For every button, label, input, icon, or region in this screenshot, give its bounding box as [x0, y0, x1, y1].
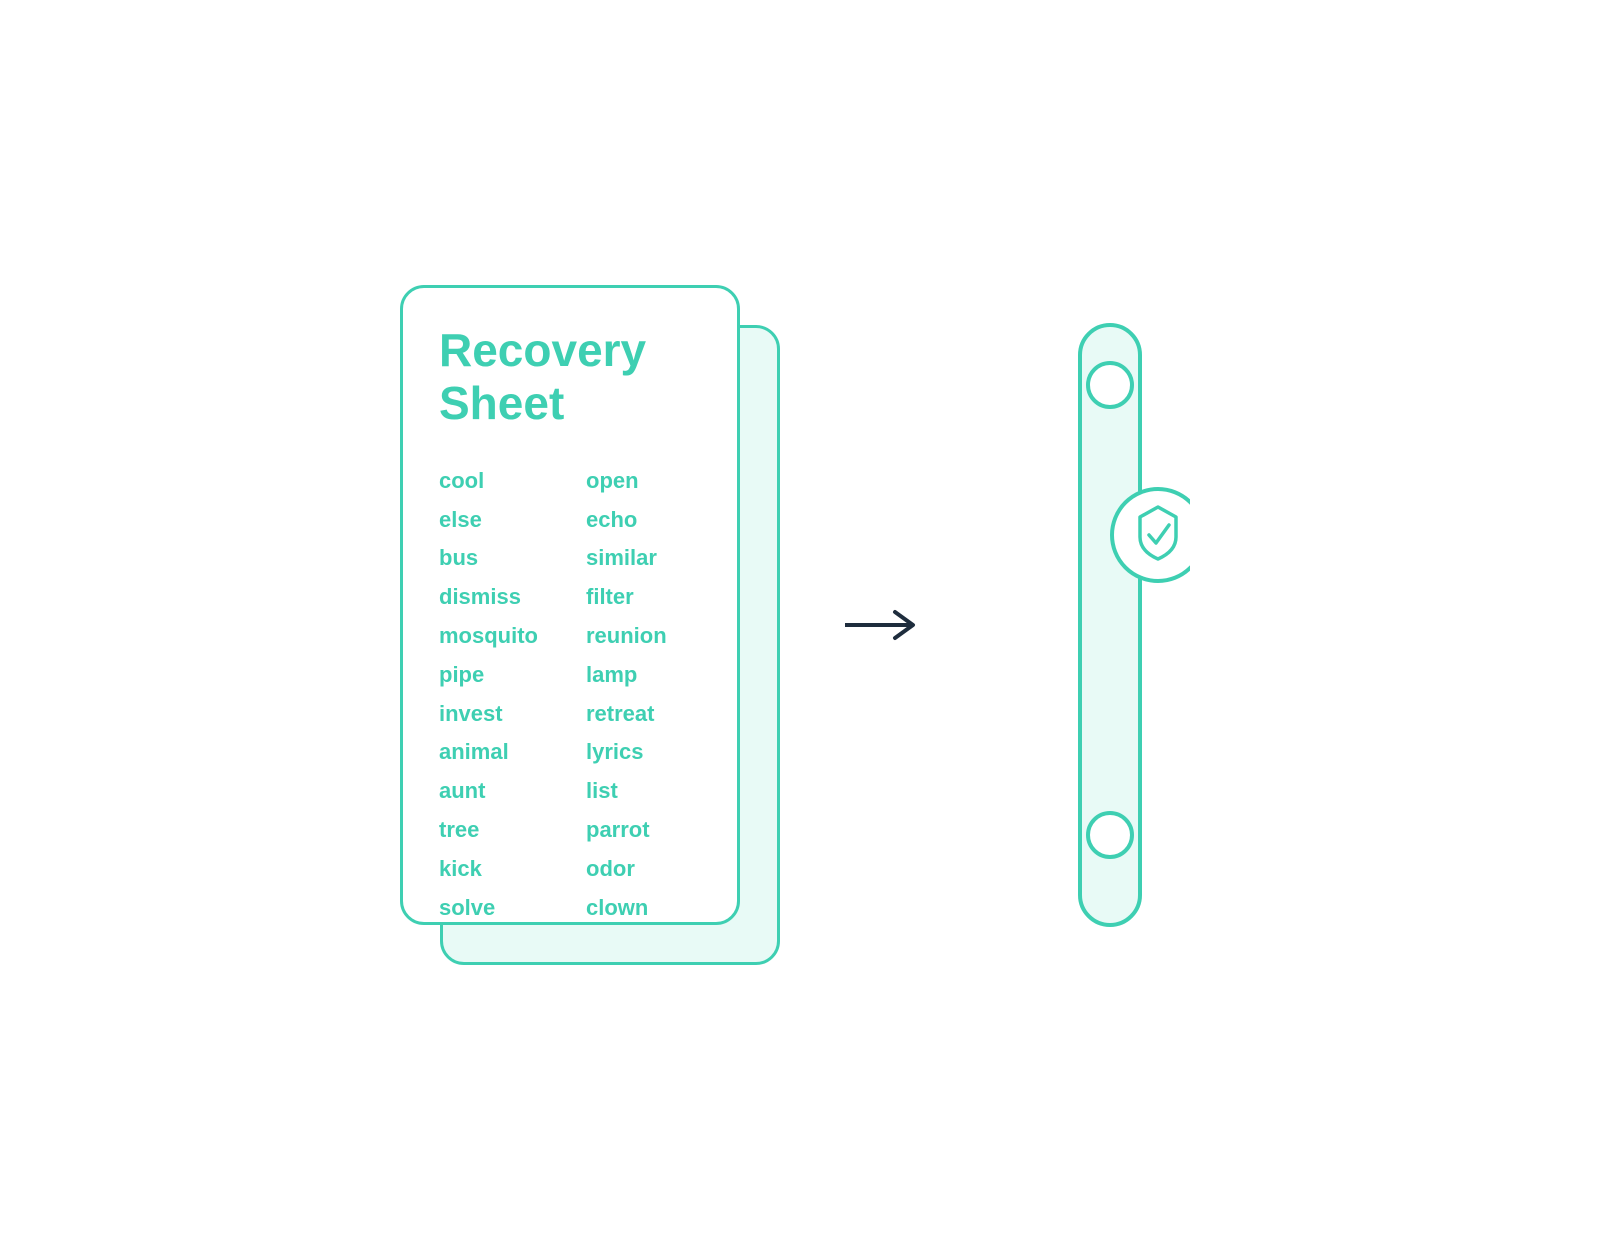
- word-item: reunion: [586, 621, 667, 652]
- scene: Recovery Sheet cool else bus dismiss mosquit…: [400, 285, 1200, 965]
- word-item: kick: [439, 854, 538, 885]
- word-item: similar: [586, 543, 667, 574]
- card-title-line2: Sheet: [439, 377, 564, 429]
- word-item: mosquito: [439, 621, 538, 652]
- word-item: animal: [439, 737, 538, 768]
- word-item: open: [586, 466, 667, 497]
- word-item: invest: [439, 699, 538, 730]
- word-item: tree: [439, 815, 538, 846]
- word-item: bus: [439, 543, 538, 574]
- word-col-left: cool else bus dismiss mosquito pipe invest anim…: [439, 466, 538, 924]
- word-item: odor: [586, 854, 667, 885]
- word-item: filter: [586, 582, 667, 613]
- card-title: Recovery Sheet: [439, 324, 701, 430]
- device-container: [1020, 285, 1200, 965]
- word-item: else: [439, 505, 538, 536]
- word-item: clown: [586, 893, 667, 924]
- card-title-line1: Recovery: [439, 324, 646, 376]
- word-item: pipe: [439, 660, 538, 691]
- word-item: cool: [439, 466, 538, 497]
- word-item: parrot: [586, 815, 667, 846]
- word-item: lyrics: [586, 737, 667, 768]
- word-item: list: [586, 776, 667, 807]
- arrow-icon: [845, 605, 935, 645]
- word-item: echo: [586, 505, 667, 536]
- word-item: solve: [439, 893, 538, 924]
- card-stack: Recovery Sheet cool else bus dismiss mosquit…: [400, 285, 760, 965]
- word-item: retreat: [586, 699, 667, 730]
- word-item: aunt: [439, 776, 538, 807]
- hardware-key-icon: [1030, 315, 1190, 935]
- word-item: dismiss: [439, 582, 538, 613]
- arrow-container: [840, 605, 940, 645]
- word-columns: cool else bus dismiss mosquito pipe invest anim…: [439, 466, 701, 924]
- word-col-right: open echo similar filter reunion lamp retreat l…: [586, 466, 667, 924]
- card-front: Recovery Sheet cool else bus dismiss mosquit…: [400, 285, 740, 925]
- word-item: lamp: [586, 660, 667, 691]
